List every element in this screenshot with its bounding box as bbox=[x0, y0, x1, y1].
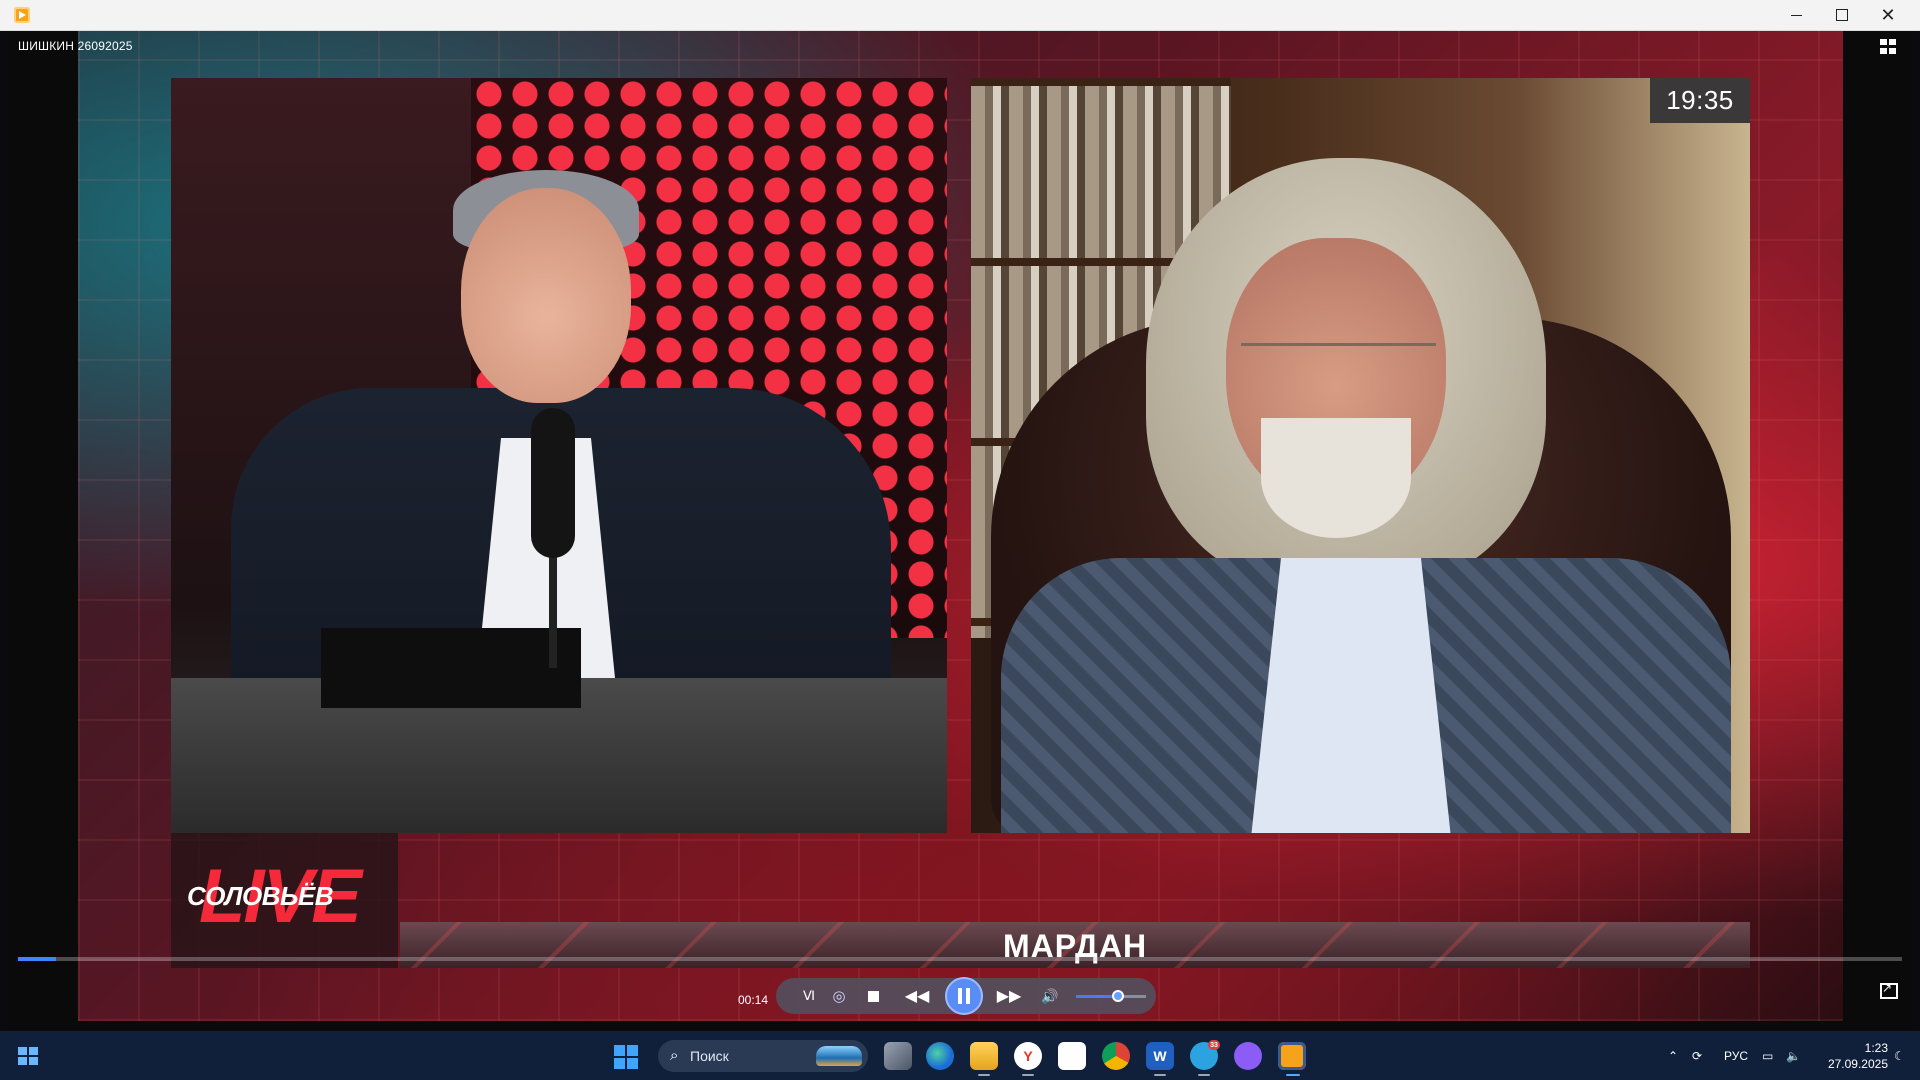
stop-button[interactable] bbox=[860, 978, 886, 1014]
minimize-button[interactable] bbox=[1773, 0, 1819, 30]
volume-slider[interactable] bbox=[1076, 990, 1146, 1002]
tray-overflow-icon[interactable]: ⌃ bbox=[1668, 1031, 1678, 1080]
yandex-browser-icon[interactable]: Y bbox=[1014, 1042, 1042, 1076]
word-icon[interactable]: W bbox=[1146, 1042, 1174, 1076]
close-icon: ✕ bbox=[1880, 5, 1896, 25]
playback-controls: Ⅵ ◎ ◀◀ ▶▶ 🔊 bbox=[776, 976, 1156, 1016]
taskbar-time: 1:23 bbox=[1864, 1041, 1888, 1055]
notifications-icon[interactable]: ☾ bbox=[1894, 1031, 1905, 1080]
search-icon: ⌕ bbox=[670, 1047, 679, 1064]
volume-icon[interactable]: 🔊 bbox=[1038, 978, 1062, 1014]
glasses bbox=[1241, 343, 1436, 396]
media-player-icon[interactable] bbox=[1278, 1042, 1306, 1076]
host-video-panel bbox=[171, 78, 947, 833]
rewind-button[interactable]: ◀◀ bbox=[902, 978, 932, 1014]
task-view-icon[interactable] bbox=[884, 1042, 912, 1070]
purple-app-icon[interactable] bbox=[1234, 1042, 1262, 1070]
start-button[interactable] bbox=[614, 1045, 638, 1069]
ab-repeat-button[interactable]: Ⅵ bbox=[796, 978, 822, 1014]
edge-icon[interactable] bbox=[926, 1042, 954, 1070]
file-explorer-icon[interactable] bbox=[970, 1042, 998, 1076]
taskbar: ⌕ Поиск Y W 33 ⌃ ⟳ РУС ▭ 🔈 1:23 27.09.20… bbox=[0, 1031, 1920, 1080]
maximize-button[interactable] bbox=[1819, 0, 1865, 30]
playlist-toggle-icon[interactable] bbox=[1880, 39, 1898, 55]
taskbar-search[interactable]: ⌕ Поиск bbox=[658, 1040, 868, 1072]
microsoft-store-icon[interactable] bbox=[1058, 1042, 1086, 1070]
speaker-name-strip: МАРДАН bbox=[400, 922, 1750, 968]
taskbar-date: 27.09.2025 bbox=[1827, 1057, 1888, 1071]
seek-progress bbox=[18, 957, 56, 961]
network-icon[interactable]: ▭ bbox=[1762, 1031, 1773, 1080]
search-placeholder: Поиск bbox=[690, 1048, 729, 1064]
window-titlebar[interactable]: ✕ bbox=[0, 0, 1920, 31]
microphone bbox=[531, 408, 575, 558]
laptop bbox=[321, 628, 581, 708]
search-highlight-image bbox=[816, 1046, 862, 1066]
pause-icon bbox=[945, 977, 983, 1015]
maximize-icon bbox=[1836, 9, 1848, 21]
volume-knob[interactable] bbox=[1112, 990, 1124, 1002]
telegram-icon[interactable]: 33 bbox=[1190, 1040, 1220, 1076]
guest-beard bbox=[1261, 418, 1411, 538]
fullscreen-icon[interactable] bbox=[1880, 981, 1898, 999]
host-head bbox=[461, 188, 631, 403]
video-surface[interactable]: ШИШКИН 26092025 19:35 LIVE СОЛОВЬЁВ МАРД… bbox=[8, 31, 1912, 1031]
telegram-badge: 33 bbox=[1208, 1040, 1220, 1050]
guest-shirt bbox=[1251, 558, 1451, 833]
loop-button[interactable]: ◎ bbox=[826, 978, 852, 1014]
file-title: ШИШКИН 26092025 bbox=[18, 39, 133, 53]
pause-button[interactable] bbox=[944, 976, 984, 1016]
app-icon bbox=[14, 7, 30, 23]
language-indicator[interactable]: РУС bbox=[1724, 1031, 1748, 1080]
fast-forward-button[interactable]: ▶▶ bbox=[994, 978, 1024, 1014]
elapsed-time: 00:14 bbox=[738, 993, 769, 1007]
taskbar-clock[interactable]: 1:23 27.09.2025 bbox=[1808, 1040, 1888, 1072]
broadcast-clock: 19:35 bbox=[1650, 78, 1750, 123]
seek-bar[interactable] bbox=[18, 957, 1902, 961]
channel-logo: LIVE СОЛОВЬЁВ bbox=[171, 833, 398, 968]
stop-icon bbox=[867, 990, 879, 1002]
guest-video-panel: 19:35 bbox=[971, 78, 1750, 833]
widgets-icon[interactable] bbox=[18, 1047, 38, 1065]
logo-name: СОЛОВЬЁВ bbox=[187, 881, 334, 911]
sync-icon[interactable]: ⟳ bbox=[1692, 1031, 1702, 1080]
mic-stand bbox=[549, 548, 557, 668]
speaker-icon[interactable]: 🔈 bbox=[1786, 1031, 1801, 1080]
chrome-icon[interactable] bbox=[1102, 1042, 1130, 1070]
minimize-icon bbox=[1790, 14, 1802, 16]
close-button[interactable]: ✕ bbox=[1865, 0, 1911, 30]
